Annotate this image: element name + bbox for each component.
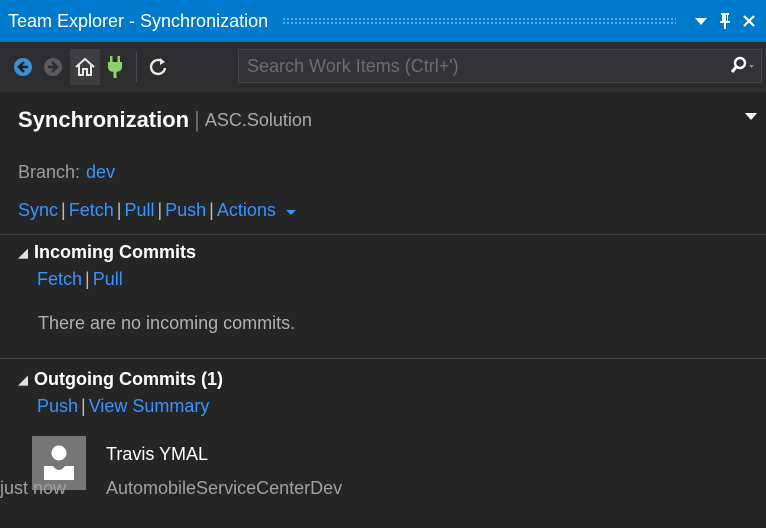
incoming-section-header[interactable]: ◢ Incoming Commits	[18, 242, 196, 263]
search-input[interactable]	[239, 54, 715, 78]
collapse-triangle-icon[interactable]: ◢	[18, 245, 28, 261]
search-icon[interactable]	[715, 50, 761, 82]
incoming-links: Fetch | Pull	[37, 269, 123, 290]
link-separator: |	[157, 200, 163, 220]
caret-down-icon	[285, 210, 296, 215]
close-icon[interactable]	[738, 0, 760, 42]
collapse-triangle-icon[interactable]: ◢	[18, 372, 28, 388]
commit-author-text: Travis YMAL	[106, 444, 209, 464]
title-bar-grip[interactable]	[282, 17, 676, 25]
commit-time: just now	[0, 478, 758, 499]
link-separator: |	[209, 200, 214, 220]
link-separator: |	[116, 200, 122, 220]
back-icon[interactable]	[8, 49, 38, 85]
branch-label: Branch:	[18, 162, 81, 182]
solution-name: ASC.Solution	[204, 109, 312, 130]
toolbar	[0, 42, 766, 92]
page-title: Synchronization	[18, 107, 190, 132]
outgoing-section-header[interactable]: ◢ Outgoing Commits (1)	[18, 369, 223, 390]
branch-link[interactable]: dev	[86, 162, 115, 183]
page-menu-dropdown-icon[interactable]	[744, 108, 758, 126]
commit-time-text: just now	[0, 478, 67, 498]
title-bar: Team Explorer - Synchronization	[0, 0, 766, 42]
actions-label: Actions	[216, 200, 276, 220]
branch-row: Branch: dev	[18, 162, 115, 183]
caret-down-icon[interactable]	[690, 0, 712, 42]
forward-icon	[38, 49, 68, 85]
toolbar-separator	[136, 52, 137, 82]
refresh-icon[interactable]	[143, 49, 173, 85]
outgoing-heading: Outgoing Commits (1)	[34, 369, 223, 389]
sync-link[interactable]: Sync	[18, 200, 58, 221]
outgoing-push-link[interactable]: Push	[37, 396, 78, 417]
plug-icon[interactable]	[100, 49, 130, 85]
view-summary-link[interactable]: View Summary	[89, 396, 210, 417]
search-box[interactable]	[238, 49, 762, 83]
section-divider	[0, 234, 766, 235]
pull-link[interactable]: Pull	[124, 200, 154, 221]
action-links: Sync | Fetch | Pull | Push | Actions	[18, 200, 297, 221]
link-separator: |	[61, 200, 66, 220]
home-icon[interactable]	[70, 49, 100, 85]
empty-message-text: There are no incoming commits.	[38, 313, 296, 333]
outgoing-links: Push | View Summary	[37, 396, 209, 417]
pin-icon[interactable]	[714, 0, 736, 42]
section-divider	[0, 358, 766, 359]
title-separator: |	[194, 107, 200, 132]
window-title: Team Explorer - Synchronization	[8, 10, 269, 31]
commit-author: Travis YMAL	[106, 444, 208, 465]
link-separator: |	[81, 396, 86, 416]
incoming-empty-message: There are no incoming commits.	[38, 313, 295, 334]
push-link[interactable]: Push	[165, 200, 206, 221]
incoming-pull-link[interactable]: Pull	[93, 269, 123, 290]
fetch-link[interactable]: Fetch	[69, 200, 114, 221]
actions-menu-link[interactable]: Actions	[217, 200, 297, 221]
page-header: Synchronization | ASC.Solution	[0, 92, 766, 148]
link-separator: |	[85, 269, 90, 289]
incoming-heading: Incoming Commits	[34, 242, 197, 262]
incoming-fetch-link[interactable]: Fetch	[37, 269, 82, 290]
